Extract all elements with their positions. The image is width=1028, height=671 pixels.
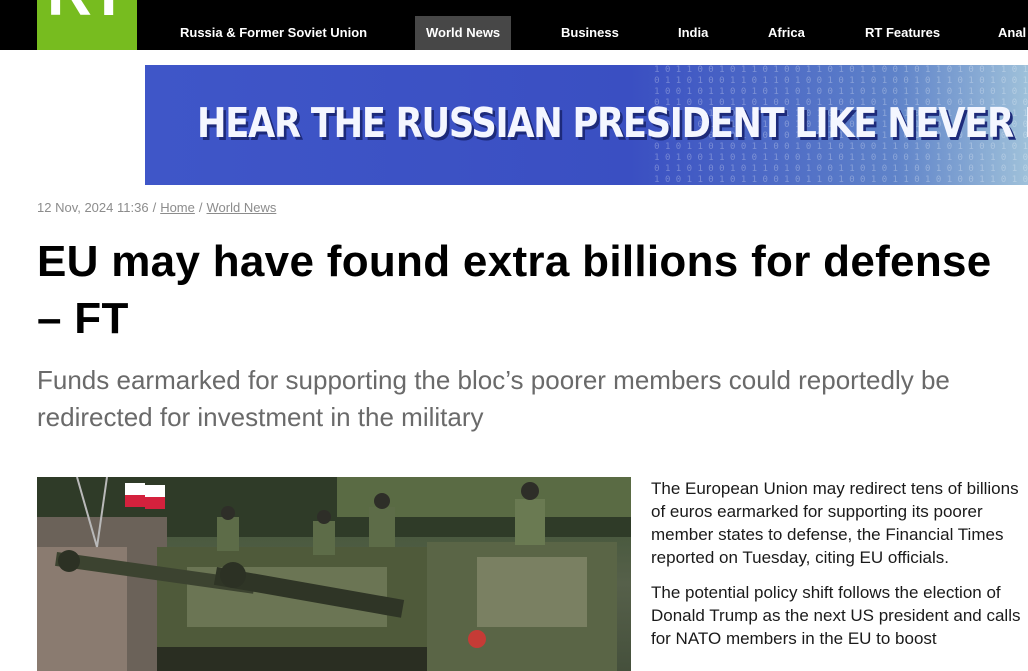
promo-banner[interactable]: 1 0 1 1 0 0 1 0 1 1 0 1 0 0 1 1 0 1 0 1 … [145, 65, 1028, 185]
banner-headline: HEAR THE RUSSIAN PRESIDENT LIKE NEVER BE… [197, 99, 1028, 147]
breadcrumb-separator: / [152, 200, 157, 215]
nav-item-africa[interactable]: Africa [768, 16, 805, 50]
logo-text: RT [47, 0, 128, 26]
nav-item-analysis[interactable]: Anal [998, 16, 1026, 50]
article-photo[interactable] [37, 477, 631, 671]
breadcrumb-world-news-link[interactable]: World News [207, 200, 277, 215]
nav-item-business[interactable]: Business [561, 16, 619, 50]
rt-logo[interactable]: RT [37, 0, 137, 50]
article-summary: Funds earmarked for supporting the bloc’… [37, 365, 950, 432]
nav-item-rt-features[interactable]: RT Features [865, 16, 940, 50]
breadcrumb-separator: / [198, 200, 203, 215]
top-navigation-bar: RT Russia & Former Soviet Union World Ne… [0, 0, 1028, 50]
article-paragraph: The potential policy shift follows the e… [651, 583, 1021, 648]
breadcrumb-home-link[interactable]: Home [160, 200, 195, 215]
nav-item-india[interactable]: India [678, 16, 708, 50]
nav-item-world-news[interactable]: World News [415, 16, 512, 50]
article-title: EU may have found extra billions for def… [37, 237, 992, 343]
nav-item-russia[interactable]: Russia & Former Soviet Union [180, 16, 367, 50]
publish-date: 12 Nov, 2024 11:36 [37, 200, 149, 215]
article-body: The European Union may redirect tens of … [651, 477, 1028, 662]
military-parade-illustration [37, 477, 631, 671]
breadcrumb: 12 Nov, 2024 11:36/Home / World News [37, 200, 276, 215]
article-paragraph: The European Union may redirect tens of … [651, 479, 1019, 567]
